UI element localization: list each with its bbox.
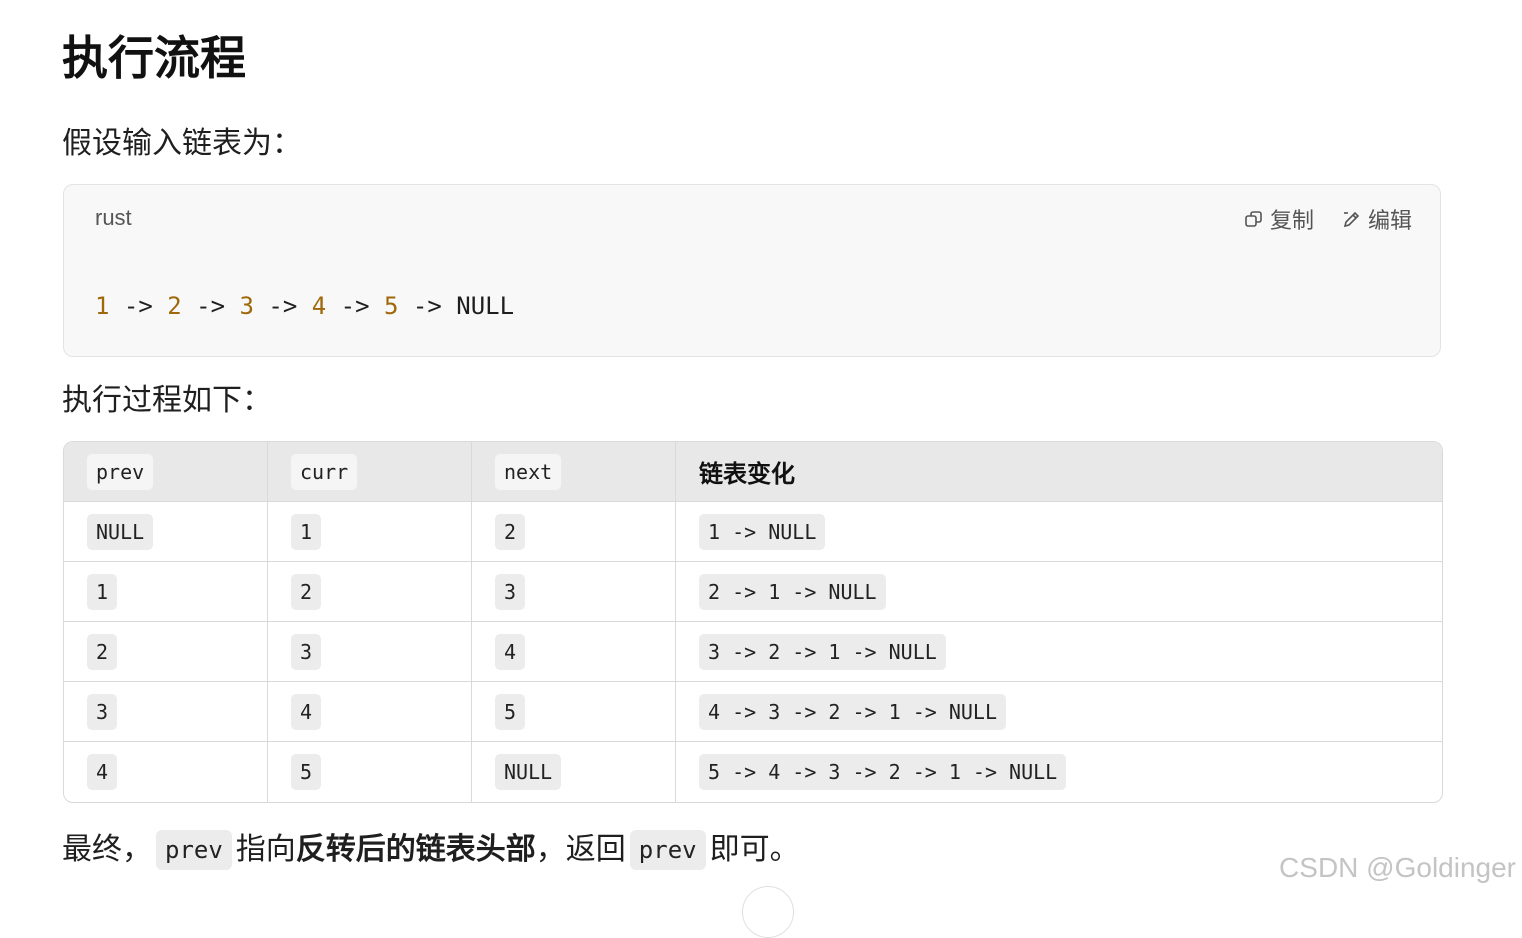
cell-next: NULL bbox=[472, 742, 676, 802]
code-actions: 复制 编辑 bbox=[1244, 203, 1412, 235]
code-token: 2 bbox=[167, 292, 182, 320]
cell-curr: 4 bbox=[268, 682, 472, 742]
cell-curr: 5 bbox=[268, 742, 472, 802]
cell-code: 3 bbox=[291, 633, 322, 670]
cell-code: 4 bbox=[87, 754, 118, 790]
table-row: 4 5 NULL 5 -> 4 -> 3 -> 2 -> 1 -> NULL bbox=[64, 742, 1442, 802]
cell-code: 4 bbox=[291, 693, 322, 730]
cell-code: 4 -> 3 -> 2 -> 1 -> NULL bbox=[699, 693, 1006, 730]
cell-curr: 3 bbox=[268, 622, 472, 682]
conclusion-after-bold: ，返回 bbox=[535, 832, 626, 867]
code-token: 3 bbox=[239, 292, 254, 320]
cell-code: 2 bbox=[495, 513, 526, 550]
header-curr-code: curr bbox=[291, 453, 358, 490]
cell-prev: 3 bbox=[64, 682, 268, 742]
cell-code: 4 bbox=[495, 633, 526, 670]
cell-list-change: 4 -> 3 -> 2 -> 1 -> NULL bbox=[676, 682, 1442, 742]
code-line: 1 -> 2 -> 3 -> 4 -> 5 -> NULL bbox=[95, 289, 514, 323]
cell-prev: 4 bbox=[64, 742, 268, 802]
code-language-label: rust bbox=[95, 205, 132, 230]
cell-code: 2 -> 1 -> NULL bbox=[699, 573, 886, 610]
cell-code: 5 -> 4 -> 3 -> 2 -> 1 -> NULL bbox=[699, 754, 1067, 790]
process-table: prev curr next 链表变化 NULL 1 2 1 -> NULL 1… bbox=[63, 441, 1443, 803]
table-row: 3 4 5 4 -> 3 -> 2 -> 1 -> NULL bbox=[64, 682, 1442, 742]
conclusion-mid: 指向 bbox=[235, 832, 296, 867]
code-block: rust 复制 编辑 1 -> 2 -> 3 -> 4 -> 5 -> NULL bbox=[63, 184, 1441, 357]
inline-code-prev-2: prev bbox=[629, 830, 706, 870]
edit-label: 编辑 bbox=[1367, 209, 1412, 234]
copy-button[interactable]: 复制 bbox=[1244, 203, 1314, 235]
edit-icon bbox=[1342, 209, 1362, 229]
table-row: NULL 1 2 1 -> NULL bbox=[64, 502, 1442, 562]
cell-prev: NULL bbox=[64, 502, 268, 562]
conclusion-text: 最终， prev 指向反转后的链表头部，返回 prev 即可。 bbox=[62, 830, 800, 870]
cell-next: 4 bbox=[472, 622, 676, 682]
cell-list-change: 5 -> 4 -> 3 -> 2 -> 1 -> NULL bbox=[676, 742, 1442, 802]
cell-code: 1 bbox=[87, 573, 118, 610]
header-prev-code: prev bbox=[87, 453, 154, 490]
table-row: 2 3 4 3 -> 2 -> 1 -> NULL bbox=[64, 622, 1442, 682]
watermark: CSDN @Goldinger bbox=[1279, 852, 1516, 883]
cell-curr: 1 bbox=[268, 502, 472, 562]
cell-code: 5 bbox=[291, 754, 322, 790]
code-token: -> bbox=[326, 292, 384, 320]
cell-code: 5 bbox=[495, 693, 526, 730]
cell-list-change: 1 -> NULL bbox=[676, 502, 1442, 562]
inline-code-prev: prev bbox=[156, 830, 232, 870]
cell-code: 3 -> 2 -> 1 -> NULL bbox=[699, 633, 946, 670]
cell-code: NULL bbox=[87, 513, 154, 550]
code-token: 5 bbox=[384, 292, 399, 320]
header-prev: prev bbox=[64, 442, 268, 502]
copy-label: 复制 bbox=[1269, 209, 1314, 234]
code-token: -> NULL bbox=[398, 292, 515, 320]
cell-code: 1 -> NULL bbox=[699, 513, 826, 550]
code-token: -> bbox=[253, 292, 312, 320]
conclusion-bold: 反转后的链表头部 bbox=[295, 832, 536, 867]
code-token: 1 bbox=[95, 292, 110, 320]
code-token: -> bbox=[109, 292, 168, 320]
header-next-code: next bbox=[495, 453, 562, 490]
cell-code: 2 bbox=[291, 573, 322, 610]
cell-curr: 2 bbox=[268, 562, 472, 622]
cell-prev: 1 bbox=[64, 562, 268, 622]
cell-list-change: 3 -> 2 -> 1 -> NULL bbox=[676, 622, 1442, 682]
cell-code: 1 bbox=[291, 513, 322, 550]
scroll-button[interactable] bbox=[742, 886, 794, 938]
cell-code: 3 bbox=[495, 573, 526, 610]
section-heading: 执行流程 bbox=[62, 31, 246, 85]
table-row: 1 2 3 2 -> 1 -> NULL bbox=[64, 562, 1442, 622]
copy-icon bbox=[1244, 209, 1264, 229]
header-curr: curr bbox=[268, 442, 472, 502]
cell-next: 3 bbox=[472, 562, 676, 622]
cell-code: 3 bbox=[87, 693, 118, 730]
cell-list-change: 2 -> 1 -> NULL bbox=[676, 562, 1442, 622]
conclusion-prefix: 最终， bbox=[62, 832, 152, 867]
cell-next: 5 bbox=[472, 682, 676, 742]
conclusion-suffix: 即可。 bbox=[709, 832, 800, 867]
cell-code: 2 bbox=[87, 633, 118, 670]
header-next: next bbox=[472, 442, 676, 502]
code-token: -> bbox=[181, 292, 240, 320]
header-list-change: 链表变化 bbox=[676, 442, 1442, 502]
cell-next: 2 bbox=[472, 502, 676, 562]
cell-prev: 2 bbox=[64, 622, 268, 682]
intro-text: 假设输入链表为： bbox=[62, 126, 302, 161]
process-text: 执行过程如下： bbox=[62, 383, 272, 418]
edit-button[interactable]: 编辑 bbox=[1342, 203, 1412, 235]
table-header-row: prev curr next 链表变化 bbox=[64, 442, 1442, 502]
code-token: 4 bbox=[311, 292, 327, 320]
cell-code: NULL bbox=[495, 754, 562, 790]
